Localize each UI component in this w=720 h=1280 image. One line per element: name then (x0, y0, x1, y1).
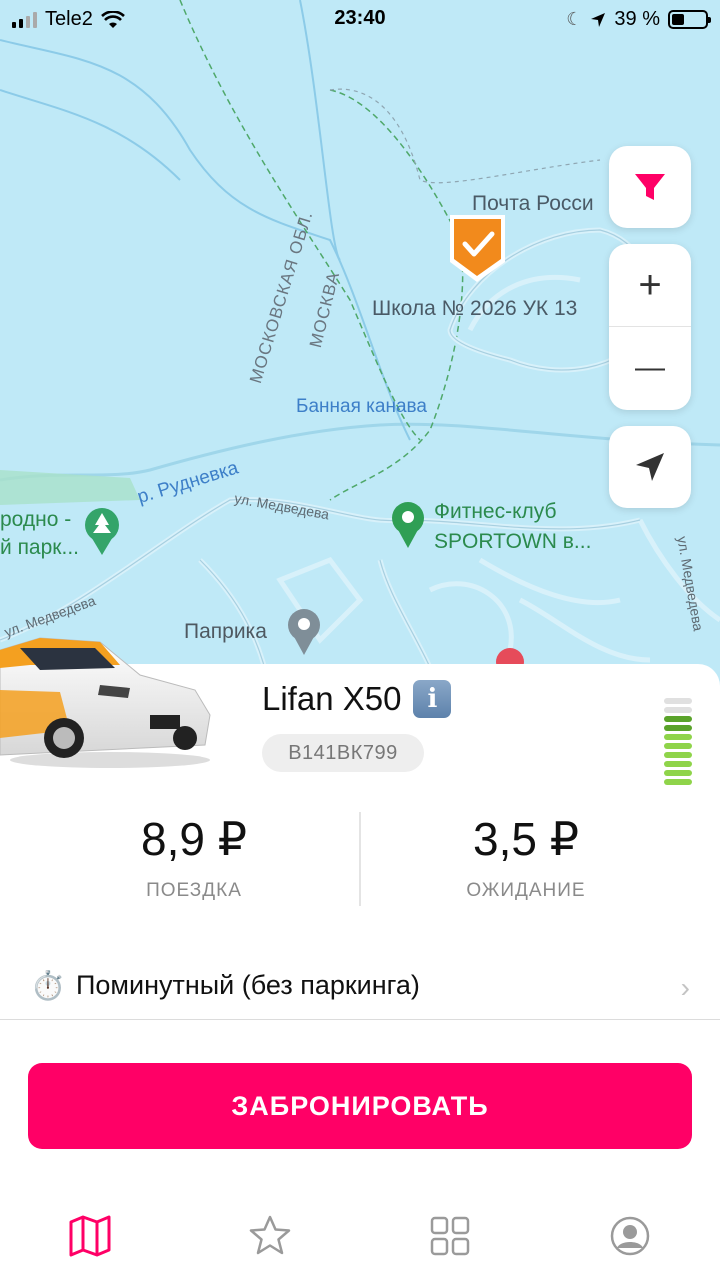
fuel-bar (664, 698, 692, 704)
navigation-arrow-icon (636, 453, 664, 481)
status-bar: Tele2 23:40 ☾ 39 % (0, 0, 720, 38)
wait-price: 3,5 ₽ ОЖИДАНИЕ (346, 812, 706, 902)
locate-button[interactable] (609, 426, 691, 508)
star-icon[interactable] (248, 1214, 292, 1258)
zoom-out-button[interactable]: — (609, 327, 691, 409)
fuel-bar (664, 734, 692, 740)
fuel-bar (664, 725, 692, 731)
map-label-school: Школа № 2026 УК 13 (372, 297, 578, 320)
battery-text: 39 % (614, 8, 660, 30)
location-icon (591, 12, 606, 27)
zoom-controls: + — (609, 244, 691, 410)
tab-bar (0, 1196, 720, 1280)
car-image (0, 637, 211, 768)
profile-icon[interactable] (608, 1214, 652, 1258)
book-button[interactable]: ЗАБРОНИРОВАТЬ (28, 1063, 692, 1149)
map-label-canal: Банная канава (296, 396, 427, 417)
fitness-pin-icon[interactable] (392, 502, 424, 548)
wait-price-value: 3,5 ₽ (473, 813, 579, 865)
tariff-row[interactable]: ⏱️ Поминутный (без паркинга) › (0, 952, 720, 1020)
tariff-label: Поминутный (без паркинга) (76, 970, 420, 1000)
fuel-bar (664, 752, 692, 758)
wait-price-label: ОЖИДАНИЕ (466, 880, 586, 901)
map-label-park: й парк... (0, 536, 79, 559)
trip-price: 8,9 ₽ ПОЕЗДКА (14, 812, 374, 902)
trip-price-value: 8,9 ₽ (141, 813, 247, 865)
map-view[interactable]: Почта Росси Школа № 2026 УК 13 МОСКОВСКА… (0, 0, 720, 690)
filter-button[interactable] (609, 146, 691, 228)
fuel-bar (664, 770, 692, 776)
fuel-bar (664, 707, 692, 713)
paprika-pin-icon[interactable] (288, 609, 320, 655)
map-label-post: Почта Росси (472, 192, 594, 215)
license-plate: В141ВК799 (262, 734, 424, 772)
trip-price-label: ПОЕЗДКА (146, 880, 242, 901)
map-icon[interactable] (68, 1214, 112, 1258)
fuel-gauge (664, 698, 692, 785)
zoom-in-button[interactable]: + (609, 245, 691, 327)
map-label-park: родно - (0, 508, 72, 531)
filter-icon (635, 174, 665, 200)
grid-icon[interactable] (428, 1214, 472, 1258)
fuel-bar (664, 716, 692, 722)
map-label-fitness: Фитнес-клуб (434, 500, 557, 523)
moon-icon: ☾ (566, 9, 583, 29)
status-right: ☾ 39 % (566, 8, 711, 31)
fuel-bar (664, 743, 692, 749)
info-button[interactable]: i (413, 680, 452, 718)
car-name: Lifan X50 i (262, 680, 452, 718)
stopwatch-icon: ⏱️ (30, 970, 66, 1001)
car-model: Lifan X50 (262, 680, 402, 717)
park-pin-icon[interactable] (85, 508, 119, 555)
chevron-right-icon: › (680, 972, 690, 1003)
fuel-bar (664, 761, 692, 767)
battery-icon (668, 10, 711, 29)
fuel-bar (664, 779, 692, 785)
car-marker[interactable] (450, 215, 505, 282)
map-label-fitness: SPORTOWN в... (434, 530, 592, 553)
